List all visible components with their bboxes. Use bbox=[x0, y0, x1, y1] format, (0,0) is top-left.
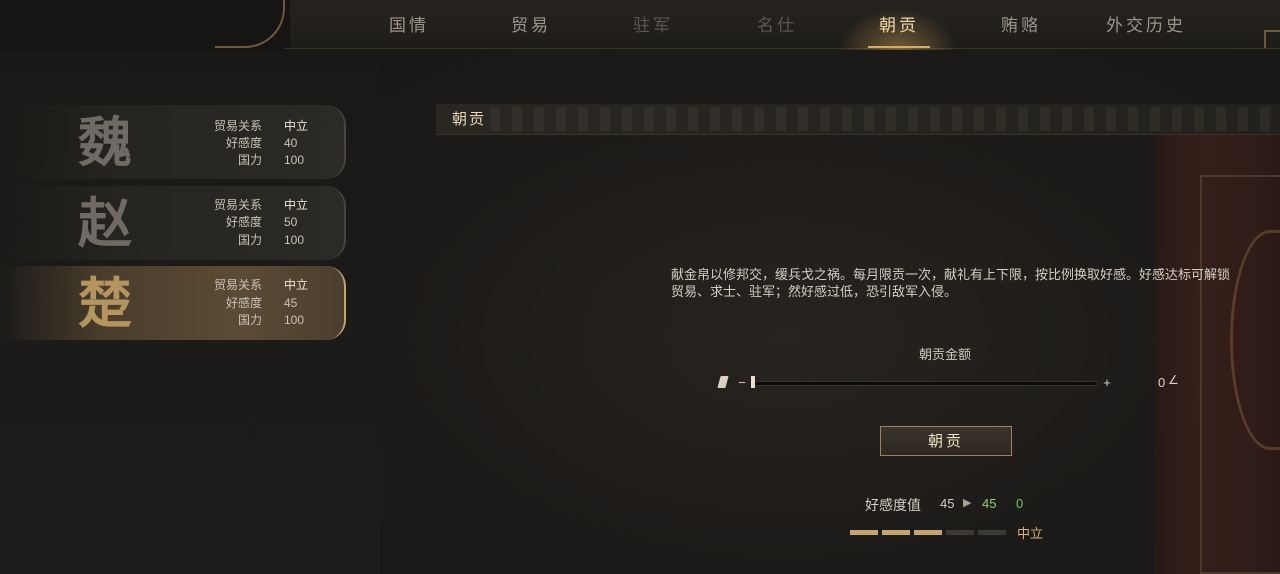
trade-value: 中立 bbox=[284, 278, 309, 292]
tribute-amount-label: 朝贡金额 bbox=[919, 347, 972, 362]
tab-bribe[interactable]: 贿赂 bbox=[990, 12, 1052, 40]
favor-value: 40 bbox=[284, 136, 298, 150]
panel-title: 朝贡 bbox=[452, 110, 487, 128]
state-card-wei[interactable]: 魏 贸易关系 中立 好感度 40 国力 100 bbox=[0, 105, 346, 179]
power-value: 100 bbox=[284, 233, 305, 247]
favor-label: 好感度 bbox=[225, 296, 262, 310]
favor-row: 好感度 50 bbox=[180, 213, 330, 231]
favor-level-bar bbox=[850, 530, 1010, 535]
tribute-amount-value[interactable]: 0 bbox=[1158, 375, 1165, 390]
favor-value: 45 bbox=[284, 296, 298, 310]
trade-label: 贸易关系 bbox=[213, 198, 262, 212]
decrease-button[interactable]: − bbox=[737, 376, 747, 389]
tribute-amount-slider[interactable] bbox=[751, 381, 1098, 386]
power-value: 100 bbox=[284, 153, 305, 167]
tribute-button[interactable]: 朝贡 bbox=[880, 426, 1012, 456]
nav-divider bbox=[285, 48, 1280, 49]
increase-button[interactable]: + bbox=[1102, 376, 1112, 389]
trade-label: 贸易关系 bbox=[213, 119, 262, 133]
favor-segment bbox=[978, 530, 1006, 535]
active-tab-underline bbox=[868, 46, 930, 48]
favor-value-label: 好感度值 bbox=[865, 497, 921, 513]
tab-diplomacy-history[interactable]: 外交历史 bbox=[1098, 12, 1194, 40]
trade-row: 贸易关系 中立 bbox=[180, 117, 330, 135]
favor-label: 好感度 bbox=[225, 136, 262, 150]
favor-delta: 0 bbox=[1016, 496, 1024, 511]
favor-segment bbox=[882, 530, 910, 535]
favor-segment bbox=[914, 530, 942, 535]
top-nav-bar: 国情 贸易 驻军 名仕 朝贡 贿赂 外交历史 bbox=[0, 0, 1280, 50]
tab-tribute[interactable]: 朝贡 bbox=[868, 12, 930, 40]
power-label: 国力 bbox=[237, 153, 262, 167]
favor-status: 中立 bbox=[1017, 526, 1044, 541]
corner-ornament-icon bbox=[1264, 30, 1280, 48]
favor-current: 45 bbox=[940, 496, 955, 511]
favor-label: 好感度 bbox=[225, 215, 262, 229]
tribute-description: 献金帛以修邦交，缓兵戈之祸。每月限贡一次，献礼有上下限，按比例换取好感。好感达标… bbox=[671, 267, 1231, 299]
power-label: 国力 bbox=[237, 233, 262, 247]
edit-icon[interactable]: ∠ bbox=[1168, 373, 1179, 387]
trade-row: 贸易关系 中立 bbox=[180, 276, 330, 294]
state-name: 魏 bbox=[78, 110, 132, 174]
trade-value: 中立 bbox=[284, 198, 309, 212]
cloud-pattern-band bbox=[490, 107, 1280, 131]
state-name: 赵 bbox=[78, 191, 132, 255]
favor-row: 好感度 40 bbox=[180, 134, 330, 152]
trade-label: 贸易关系 bbox=[213, 278, 262, 292]
trade-value: 中立 bbox=[284, 119, 309, 133]
trade-row: 贸易关系 中立 bbox=[180, 196, 330, 214]
state-name: 楚 bbox=[78, 271, 132, 335]
power-label: 国力 bbox=[237, 313, 262, 327]
favor-new: 45 bbox=[982, 496, 997, 511]
tab-guoqing[interactable]: 国情 bbox=[378, 12, 440, 40]
favor-segment bbox=[850, 530, 878, 535]
tab-garrison[interactable]: 驻军 bbox=[622, 12, 684, 40]
tab-scholars[interactable]: 名仕 bbox=[746, 12, 808, 40]
power-row: 国力 100 bbox=[180, 311, 330, 329]
power-row: 国力 100 bbox=[180, 151, 330, 169]
power-row: 国力 100 bbox=[180, 231, 330, 249]
state-card-zhao[interactable]: 赵 贸易关系 中立 好感度 50 国力 100 bbox=[0, 186, 346, 260]
tab-trade[interactable]: 贸易 bbox=[500, 12, 562, 40]
favor-segment bbox=[946, 530, 974, 535]
slider-handle[interactable] bbox=[751, 376, 755, 388]
favor-value: 50 bbox=[284, 215, 298, 229]
state-card-chu[interactable]: 楚 贸易关系 中立 好感度 45 国力 100 bbox=[0, 266, 346, 340]
power-value: 100 bbox=[284, 313, 305, 327]
favor-row: 好感度 45 bbox=[180, 294, 330, 312]
arrow-right-icon: ▶ bbox=[963, 497, 972, 509]
